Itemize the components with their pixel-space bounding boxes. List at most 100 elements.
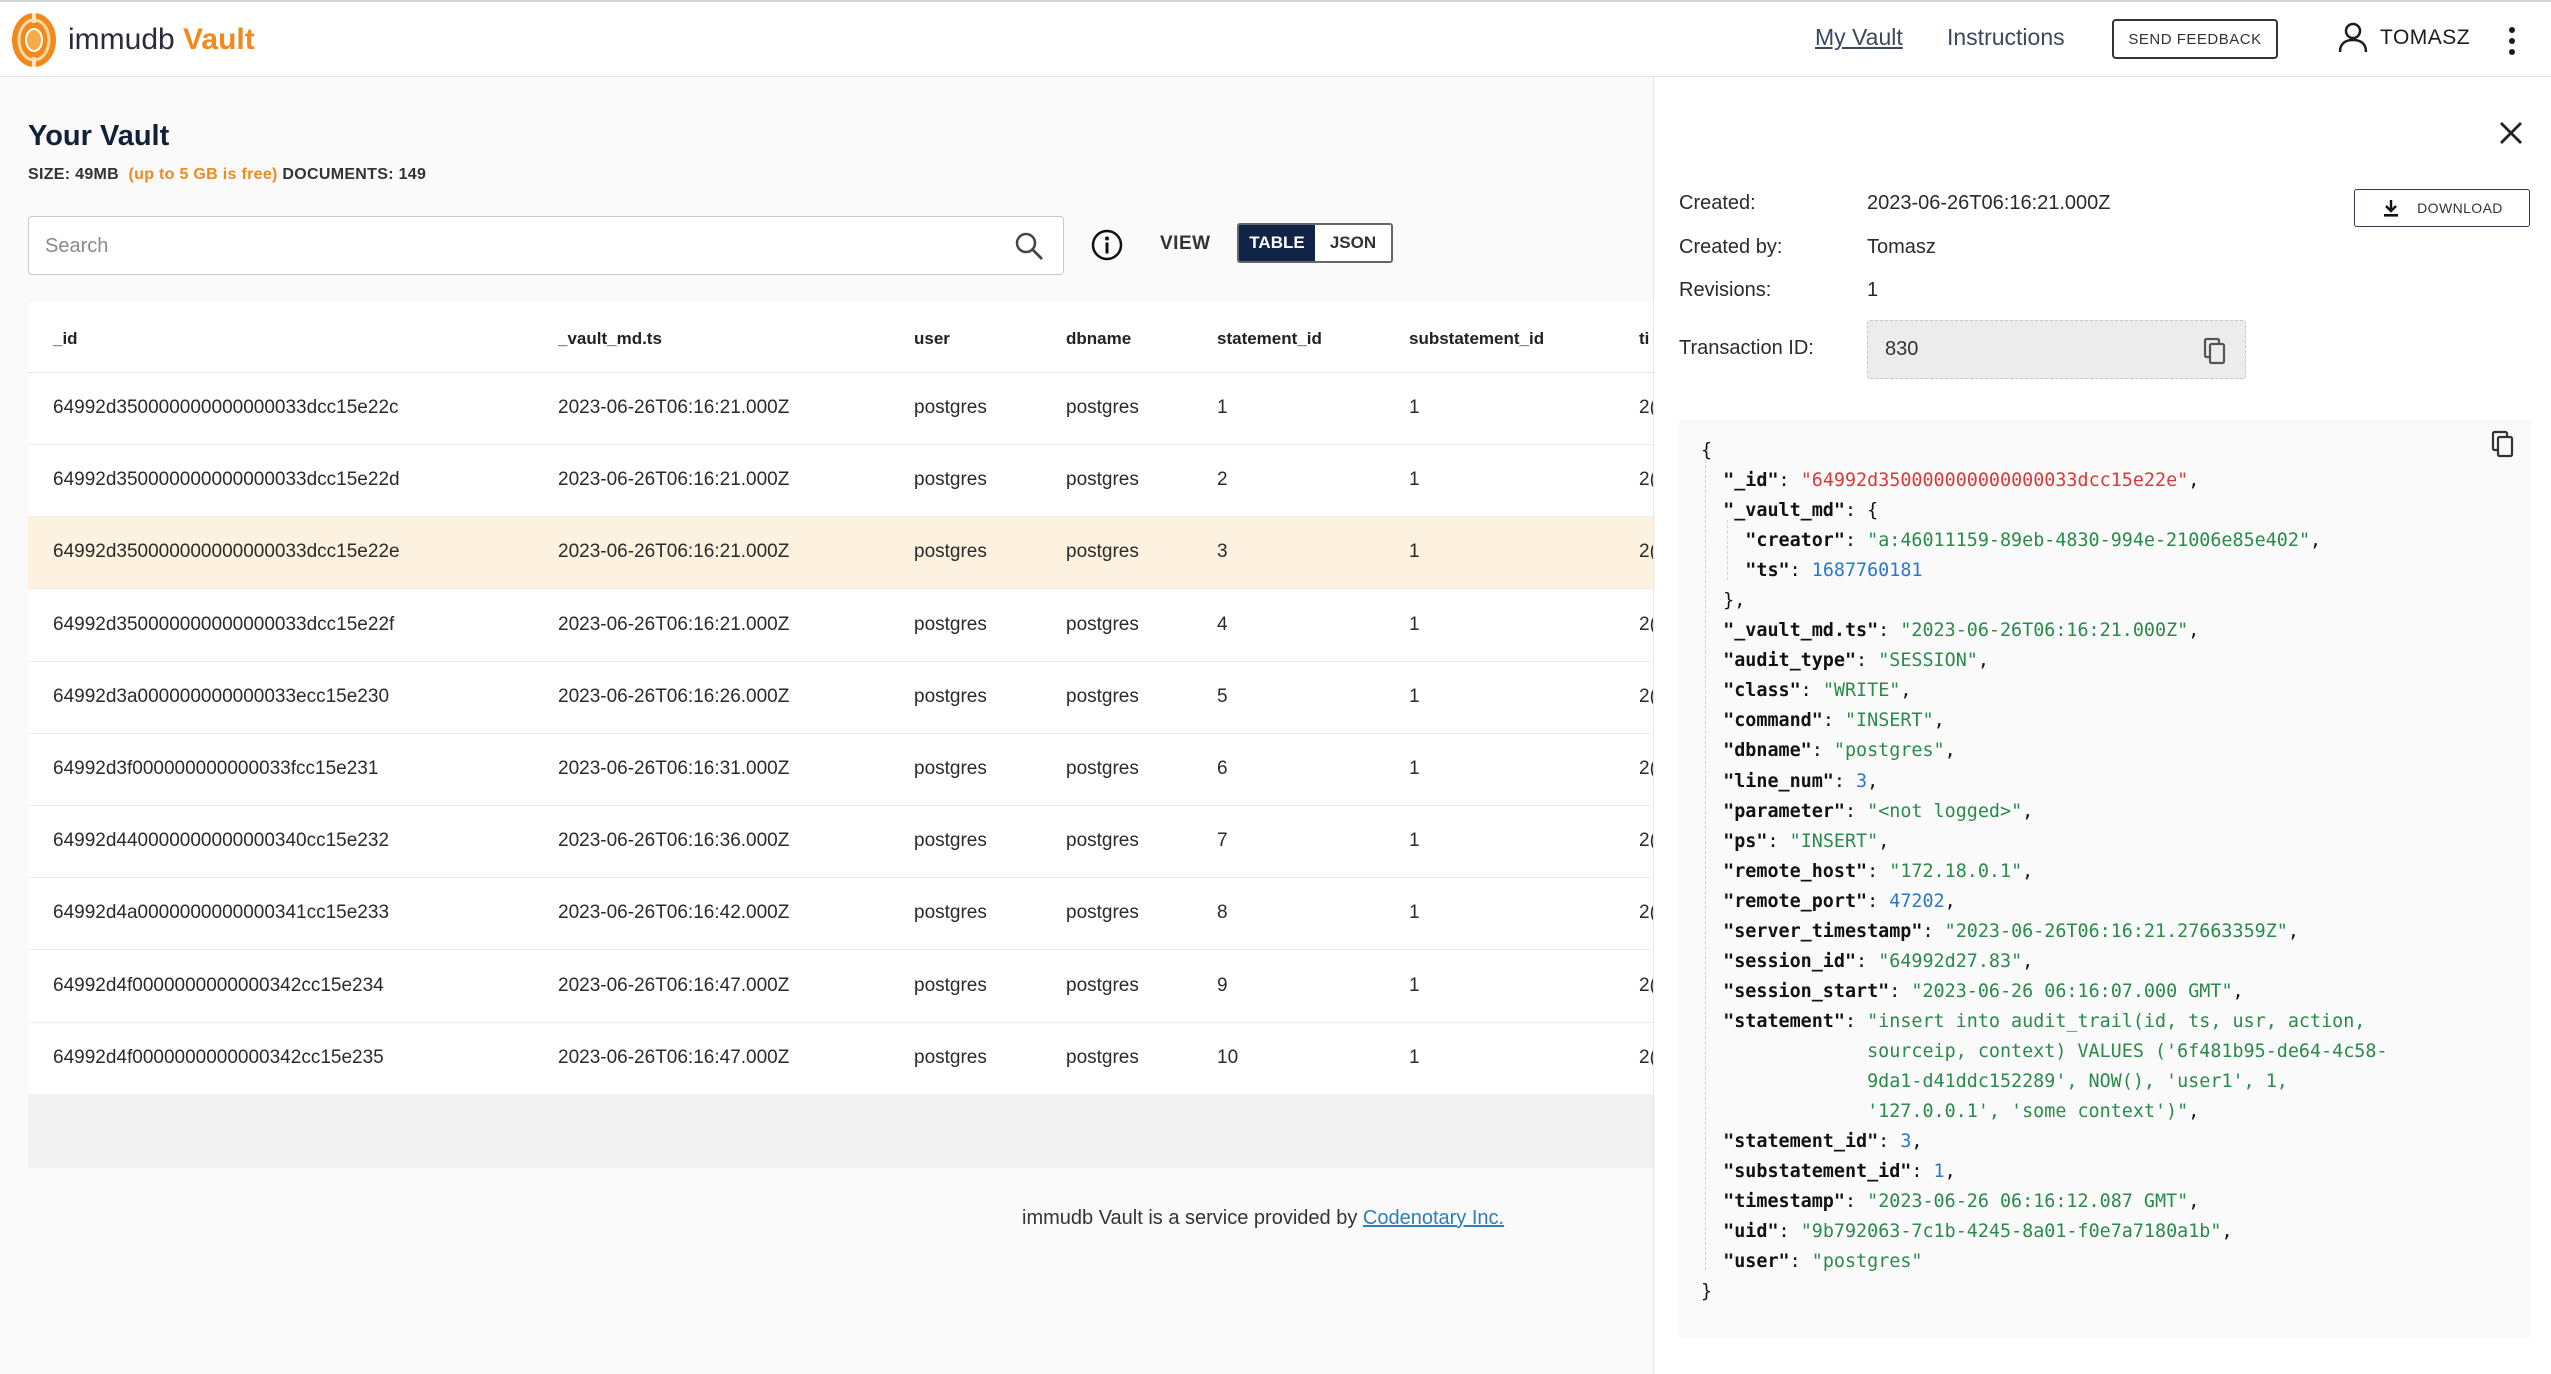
cell-user: postgres: [914, 469, 987, 491]
json-document: { "_id": "64992d350000000000000033dcc15e…: [1701, 440, 2388, 1303]
column-header-dbname[interactable]: dbname: [1066, 329, 1131, 349]
cell-user: postgres: [914, 758, 987, 779]
cell-timestamp: 2(: [1639, 902, 1653, 924]
created-by-value: Tomasz: [1867, 236, 1936, 258]
cell-statement-id: 4: [1217, 613, 1228, 635]
table-row[interactable]: 64992d3a000000000000033ecc15e230 2023-06-…: [28, 661, 1653, 734]
cell-dbname: postgres: [1066, 830, 1139, 852]
cell-substatement-id: 1: [1409, 469, 1420, 491]
cell-statement-id: 3: [1217, 541, 1228, 563]
cell-substatement-id: 1: [1409, 902, 1420, 924]
cell-timestamp: 2(: [1639, 830, 1653, 852]
table-row[interactable]: 64992d350000000000000033dcc15e22e 2023-06…: [28, 517, 1653, 590]
cell-user: postgres: [914, 1046, 987, 1068]
search-input[interactable]: [45, 231, 985, 261]
cell-dbname: postgres: [1066, 974, 1139, 996]
close-icon[interactable]: [2497, 119, 2525, 147]
cell-timestamp: 2(: [1639, 613, 1653, 635]
codenotary-link[interactable]: Codenotary Inc.: [1363, 1207, 1504, 1229]
send-feedback-button[interactable]: SEND FEEDBACK: [2112, 19, 2278, 59]
table-header: _id _vault_md.ts user dbname statement_id sub…: [28, 302, 1653, 373]
table-row[interactable]: 64992d350000000000000033dcc15e22c 2023-06…: [28, 373, 1653, 445]
cell-id: 64992d3a000000000000033ecc15e230: [53, 685, 390, 707]
cell-vault-md-ts: 2023-06-26T06:16:31.000Z: [558, 758, 790, 779]
cell-id: 64992d350000000000000033dcc15e22e: [53, 541, 400, 563]
table-row[interactable]: 64992d350000000000000033dcc15e22d 2023-06…: [28, 445, 1653, 518]
cell-substatement-id: 1: [1409, 613, 1420, 635]
search-icon[interactable]: [1013, 230, 1045, 262]
cell-user: postgres: [914, 613, 987, 635]
cell-dbname: postgres: [1066, 397, 1139, 418]
cell-id: 64992d4f0000000000000342cc15e235: [53, 1046, 384, 1068]
cell-timestamp: 2(: [1639, 685, 1653, 707]
cell-statement-id: 7: [1217, 830, 1228, 852]
cell-user: postgres: [914, 685, 987, 707]
cell-timestamp: 2(: [1639, 1046, 1653, 1068]
user-icon: [2338, 22, 2368, 53]
table-footer: [28, 1094, 1653, 1168]
cell-dbname: postgres: [1066, 613, 1139, 635]
nav-my-vault[interactable]: My Vault: [1815, 24, 1903, 51]
cell-substatement-id: 1: [1409, 974, 1420, 996]
cell-substatement-id: 1: [1409, 758, 1420, 779]
cell-timestamp: 2(: [1639, 469, 1653, 491]
created-label: Created:: [1679, 192, 1756, 214]
user-menu[interactable]: TOMASZ: [2338, 22, 2470, 54]
cell-user: postgres: [914, 974, 987, 996]
column-header-vault-md-ts[interactable]: _vault_md.ts: [558, 329, 662, 349]
cell-vault-md-ts: 2023-06-26T06:16:42.000Z: [558, 902, 790, 924]
footer-text: immudb Vault is a service provided by Co…: [1022, 1207, 1504, 1230]
cell-id: 64992d350000000000000033dcc15e22f: [53, 613, 395, 635]
column-header-statement-id[interactable]: statement_id: [1217, 329, 1322, 349]
cell-id: 64992d4f0000000000000342cc15e234: [53, 974, 384, 996]
transaction-id-field: 830: [1867, 320, 2246, 379]
cell-vault-md-ts: 2023-06-26T06:16:47.000Z: [558, 1046, 790, 1068]
table-row[interactable]: 64992d350000000000000033dcc15e22f 2023-06…: [28, 589, 1653, 662]
cell-id: 64992d350000000000000033dcc15e22c: [53, 397, 399, 418]
cell-vault-md-ts: 2023-06-26T06:16:21.000Z: [558, 469, 790, 491]
cell-user: postgres: [914, 397, 987, 418]
more-options-icon[interactable]: [2500, 24, 2524, 58]
nav-instructions[interactable]: Instructions: [1947, 24, 2065, 51]
column-header-user[interactable]: user: [914, 329, 950, 349]
table-row[interactable]: 64992d440000000000000340cc15e232 2023-06-…: [28, 806, 1653, 879]
free-note: (up to 5 GB is free): [128, 166, 278, 183]
cell-vault-md-ts: 2023-06-26T06:16:21.000Z: [558, 613, 790, 635]
table-row[interactable]: 64992d3f000000000000033fcc15e231 2023-06-…: [28, 734, 1653, 806]
copy-json-icon[interactable]: [2491, 430, 2515, 458]
table-row[interactable]: 64992d4f0000000000000342cc15e235 2023-06-…: [28, 1022, 1653, 1095]
cell-statement-id: 9: [1217, 974, 1228, 996]
cell-vault-md-ts: 2023-06-26T06:16:26.000Z: [558, 685, 790, 707]
view-json-button[interactable]: JSON: [1315, 225, 1391, 261]
vault-panel: Your Vault SIZE: 49MB (up to 5 GB is fre…: [0, 77, 1653, 1374]
cell-dbname: postgres: [1066, 758, 1139, 779]
view-table-button[interactable]: TABLE: [1239, 225, 1315, 261]
download-button[interactable]: DOWNLOAD: [2354, 189, 2530, 227]
download-label: DOWNLOAD: [2417, 200, 2503, 216]
cell-vault-md-ts: 2023-06-26T06:16:21.000Z: [558, 397, 790, 418]
search-box: [28, 216, 1064, 275]
cell-user: postgres: [914, 902, 987, 924]
cell-id: 64992d4a0000000000000341cc15e233: [53, 902, 390, 924]
cell-id: 64992d440000000000000340cc15e232: [53, 830, 390, 852]
cell-substatement-id: 1: [1409, 830, 1420, 852]
copy-icon[interactable]: [2203, 337, 2227, 365]
cell-user: postgres: [914, 541, 987, 563]
cell-substatement-id: 1: [1409, 1046, 1420, 1068]
table-row[interactable]: 64992d4f0000000000000342cc15e234 2023-06-…: [28, 950, 1653, 1023]
cell-dbname: postgres: [1066, 1046, 1139, 1068]
document-detail-panel: Created: 2023-06-26T06:16:21.000Z Create…: [1653, 77, 2551, 1374]
brand-name: immudb Vault: [68, 23, 255, 56]
cell-statement-id: 1: [1217, 397, 1228, 418]
brand-logo[interactable]: immudb Vault: [10, 10, 255, 70]
documents-count: DOCUMENTS: 149: [282, 166, 427, 183]
cell-user: postgres: [914, 830, 987, 852]
column-header-timestamp[interactable]: ti: [1639, 329, 1649, 349]
immudb-logo-icon: [12, 13, 56, 67]
table-row[interactable]: 64992d4a0000000000000341cc15e233 2023-06-…: [28, 878, 1653, 951]
column-header-id[interactable]: _id: [53, 329, 78, 349]
cell-id: 64992d3f000000000000033fcc15e231: [53, 758, 379, 779]
view-label: VIEW: [1160, 233, 1211, 254]
column-header-substatement-id[interactable]: substatement_id: [1409, 329, 1544, 349]
info-icon[interactable]: [1090, 228, 1124, 262]
